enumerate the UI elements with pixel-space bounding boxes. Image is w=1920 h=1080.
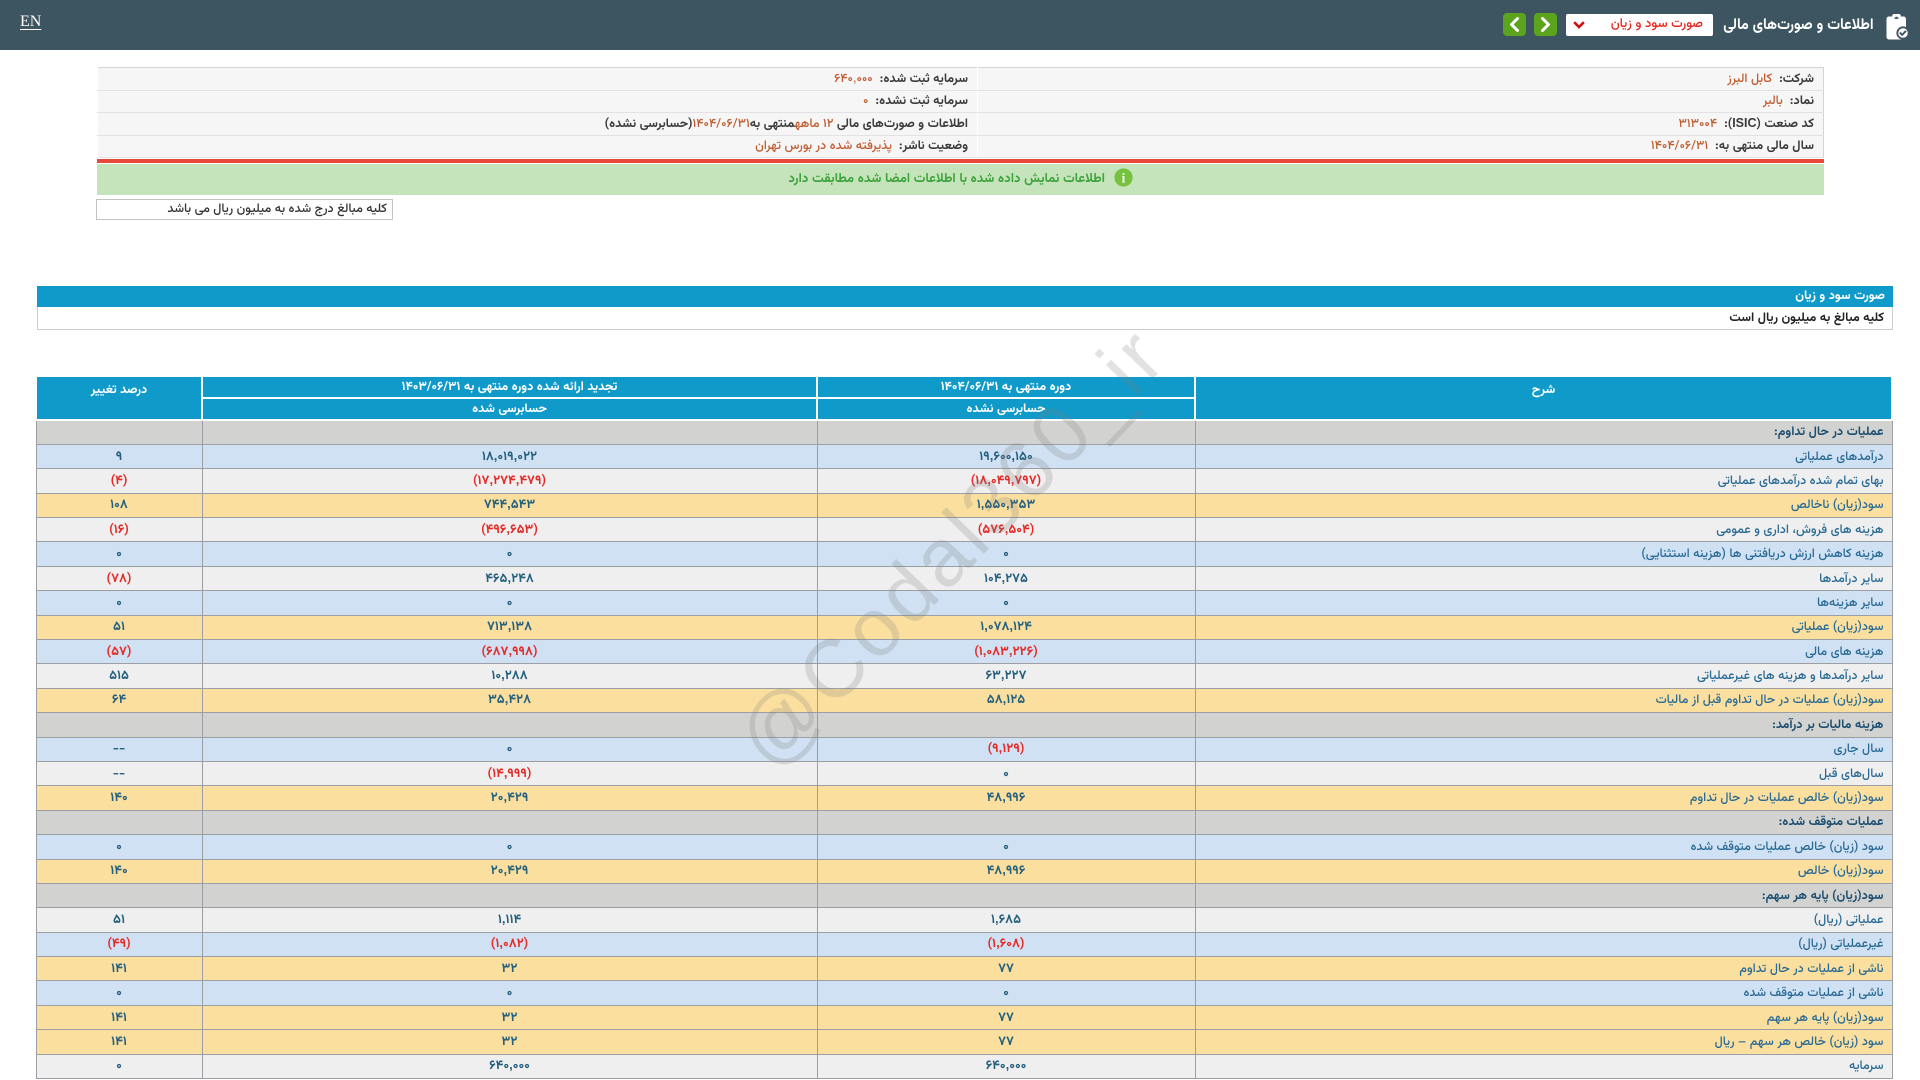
svg-text:i: i	[1121, 170, 1125, 185]
